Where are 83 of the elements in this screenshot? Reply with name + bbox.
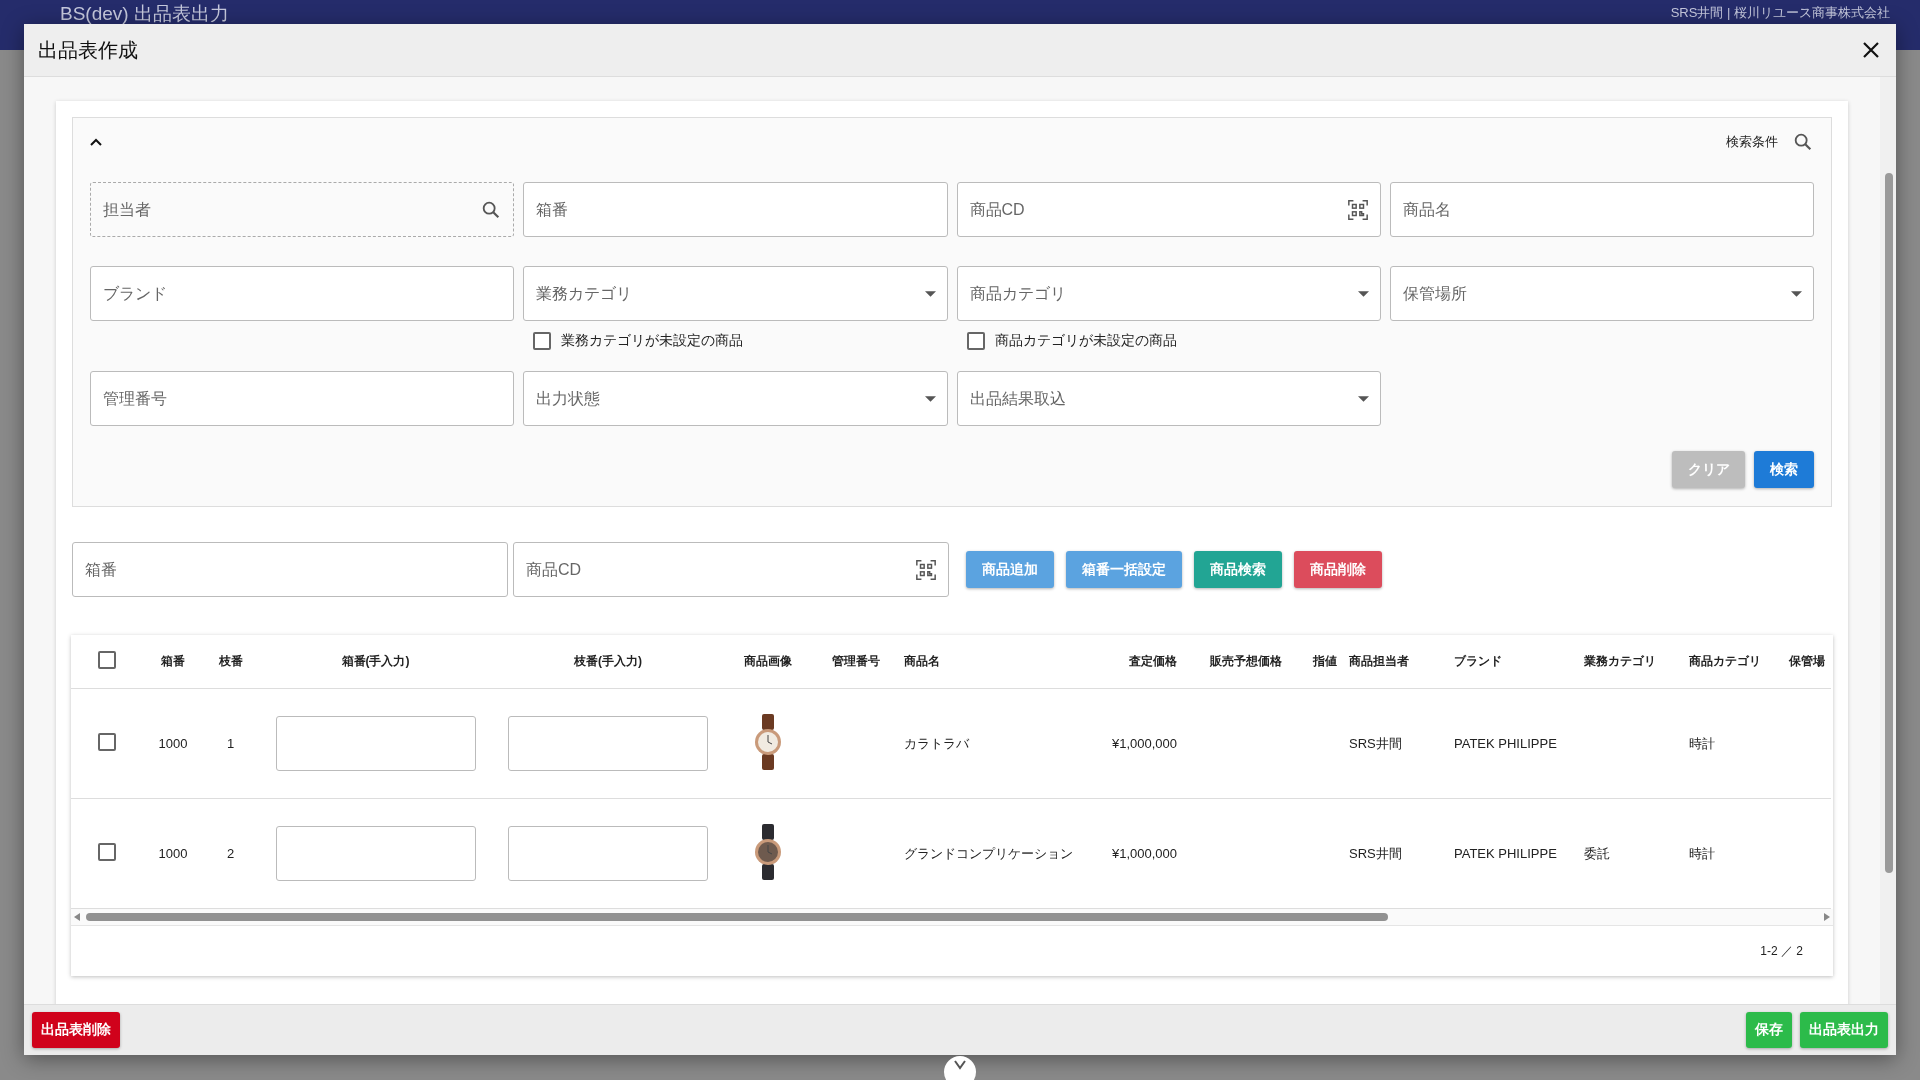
dropdown-caret-icon[interactable] bbox=[924, 290, 936, 297]
qr-scan-icon[interactable] bbox=[915, 558, 937, 581]
table-input-field[interactable] bbox=[275, 716, 476, 771]
table-input-field[interactable] bbox=[508, 826, 708, 881]
table-cell: ¥1,000,000 bbox=[1111, 736, 1177, 751]
column-header: 箱番(手入力) bbox=[341, 654, 410, 668]
table-cell: 2 bbox=[226, 846, 235, 861]
table-cell: カラトラバ bbox=[904, 735, 969, 751]
table-cell: グランドコンプリケーション bbox=[904, 845, 1073, 861]
column-header: 商品カテゴリ bbox=[1689, 654, 1761, 668]
column-header: 枝番 bbox=[218, 654, 243, 668]
dropdown-caret-icon[interactable] bbox=[1357, 395, 1369, 402]
panel-title: 検索条件 bbox=[1726, 133, 1778, 151]
input-field[interactable]: 担当者 bbox=[90, 182, 515, 237]
table-input-field[interactable] bbox=[275, 826, 476, 881]
watch-photo bbox=[753, 714, 783, 770]
horizontal-scrollbar[interactable] bbox=[71, 909, 1833, 925]
input-field[interactable]: ブランド bbox=[90, 266, 515, 321]
checkbox-label: 業務カテゴリが未設定の商品 bbox=[561, 332, 744, 350]
column-header: ブランド bbox=[1454, 654, 1502, 668]
table-cell: 時計 bbox=[1689, 845, 1715, 861]
column-header: 保管場 bbox=[1789, 654, 1825, 668]
column-header: 業務カテゴリ bbox=[1584, 654, 1656, 668]
chevron-down-icon[interactable] bbox=[954, 1060, 966, 1070]
table-cell: 1000 bbox=[158, 846, 188, 861]
select-field[interactable]: 出力状態 bbox=[523, 371, 948, 426]
search-icon[interactable] bbox=[1792, 131, 1814, 153]
table-cell: 1000 bbox=[158, 736, 188, 751]
action-button[interactable]: 商品追加 bbox=[966, 551, 1054, 588]
input-field[interactable]: 商品CD bbox=[513, 542, 949, 597]
input-field[interactable]: 商品CD bbox=[956, 182, 1381, 237]
select-all-checkbox[interactable] bbox=[98, 651, 116, 669]
dropdown-caret-icon[interactable] bbox=[924, 395, 936, 402]
column-header: 商品名 bbox=[904, 654, 940, 668]
column-header: 枝番(手入力) bbox=[574, 654, 642, 668]
column-header: 管理番号 bbox=[831, 654, 880, 668]
table-input-field[interactable] bbox=[508, 716, 708, 771]
checkbox[interactable] bbox=[533, 332, 552, 350]
table-cell: SRS井間 bbox=[1349, 735, 1402, 751]
column-header: 商品担当者 bbox=[1349, 654, 1409, 668]
vertical-scrollbar[interactable] bbox=[1880, 77, 1896, 1004]
delete-button[interactable]: 出品表削除 bbox=[32, 1012, 120, 1048]
action-button[interactable]: 商品削除 bbox=[1294, 551, 1382, 588]
table-cell: SRS井間 bbox=[1349, 845, 1402, 861]
input-field[interactable]: 商品名 bbox=[1389, 182, 1814, 237]
table-cell: PATEK PHILIPPE bbox=[1454, 845, 1557, 861]
column-header: 査定価格 bbox=[1129, 654, 1177, 668]
save-button[interactable]: 保存 bbox=[1746, 1012, 1792, 1048]
table-cell: ¥1,000,000 bbox=[1111, 846, 1177, 861]
checkbox-label: 商品カテゴリが未設定の商品 bbox=[994, 332, 1177, 350]
select-field[interactable]: 出品結果取込 bbox=[956, 371, 1381, 426]
select-field[interactable]: 商品カテゴリ bbox=[956, 266, 1381, 321]
action-button[interactable]: 箱番一括設定 bbox=[1066, 551, 1182, 588]
checkbox[interactable] bbox=[966, 332, 985, 350]
dialog-title: 出品表作成 bbox=[38, 37, 138, 63]
input-field[interactable]: 管理番号 bbox=[90, 371, 515, 426]
primary-button[interactable]: 検索 bbox=[1754, 451, 1814, 488]
expand-button[interactable] bbox=[944, 1056, 976, 1080]
table-cell: PATEK PHILIPPE bbox=[1454, 735, 1557, 751]
column-header: 箱番 bbox=[161, 654, 185, 668]
select-field[interactable]: 保管場所 bbox=[1389, 266, 1814, 321]
column-header: 指値 bbox=[1313, 654, 1337, 668]
column-header: 商品画像 bbox=[744, 654, 792, 668]
select-field[interactable]: 業務カテゴリ bbox=[523, 266, 948, 321]
user-name: SRS井間 | 桜川リユース商事株式会社 bbox=[1670, 4, 1890, 22]
table-cell: 委託 bbox=[1584, 845, 1610, 861]
clear-button[interactable]: クリア bbox=[1672, 451, 1745, 488]
input-field[interactable]: 箱番 bbox=[72, 542, 508, 597]
watch-photo bbox=[753, 824, 783, 880]
app-title: BS(dev) 出品表出力 bbox=[60, 2, 229, 26]
table-cell: 1 bbox=[226, 736, 235, 751]
table-cell: 時計 bbox=[1689, 735, 1715, 751]
pagination-text: 1-2 ／ 2 bbox=[1760, 942, 1803, 960]
qr-scan-icon[interactable] bbox=[1346, 198, 1369, 221]
input-field[interactable]: 箱番 bbox=[523, 182, 948, 237]
save-button[interactable]: 出品表出力 bbox=[1800, 1012, 1888, 1048]
collapse-button[interactable] bbox=[90, 138, 102, 146]
column-header: 販売予想価格 bbox=[1210, 654, 1282, 668]
dropdown-caret-icon[interactable] bbox=[1791, 290, 1802, 297]
action-button[interactable]: 商品検索 bbox=[1194, 551, 1282, 588]
row-checkbox[interactable] bbox=[98, 733, 116, 751]
row-checkbox[interactable] bbox=[98, 843, 116, 861]
dropdown-caret-icon[interactable] bbox=[1357, 290, 1369, 297]
